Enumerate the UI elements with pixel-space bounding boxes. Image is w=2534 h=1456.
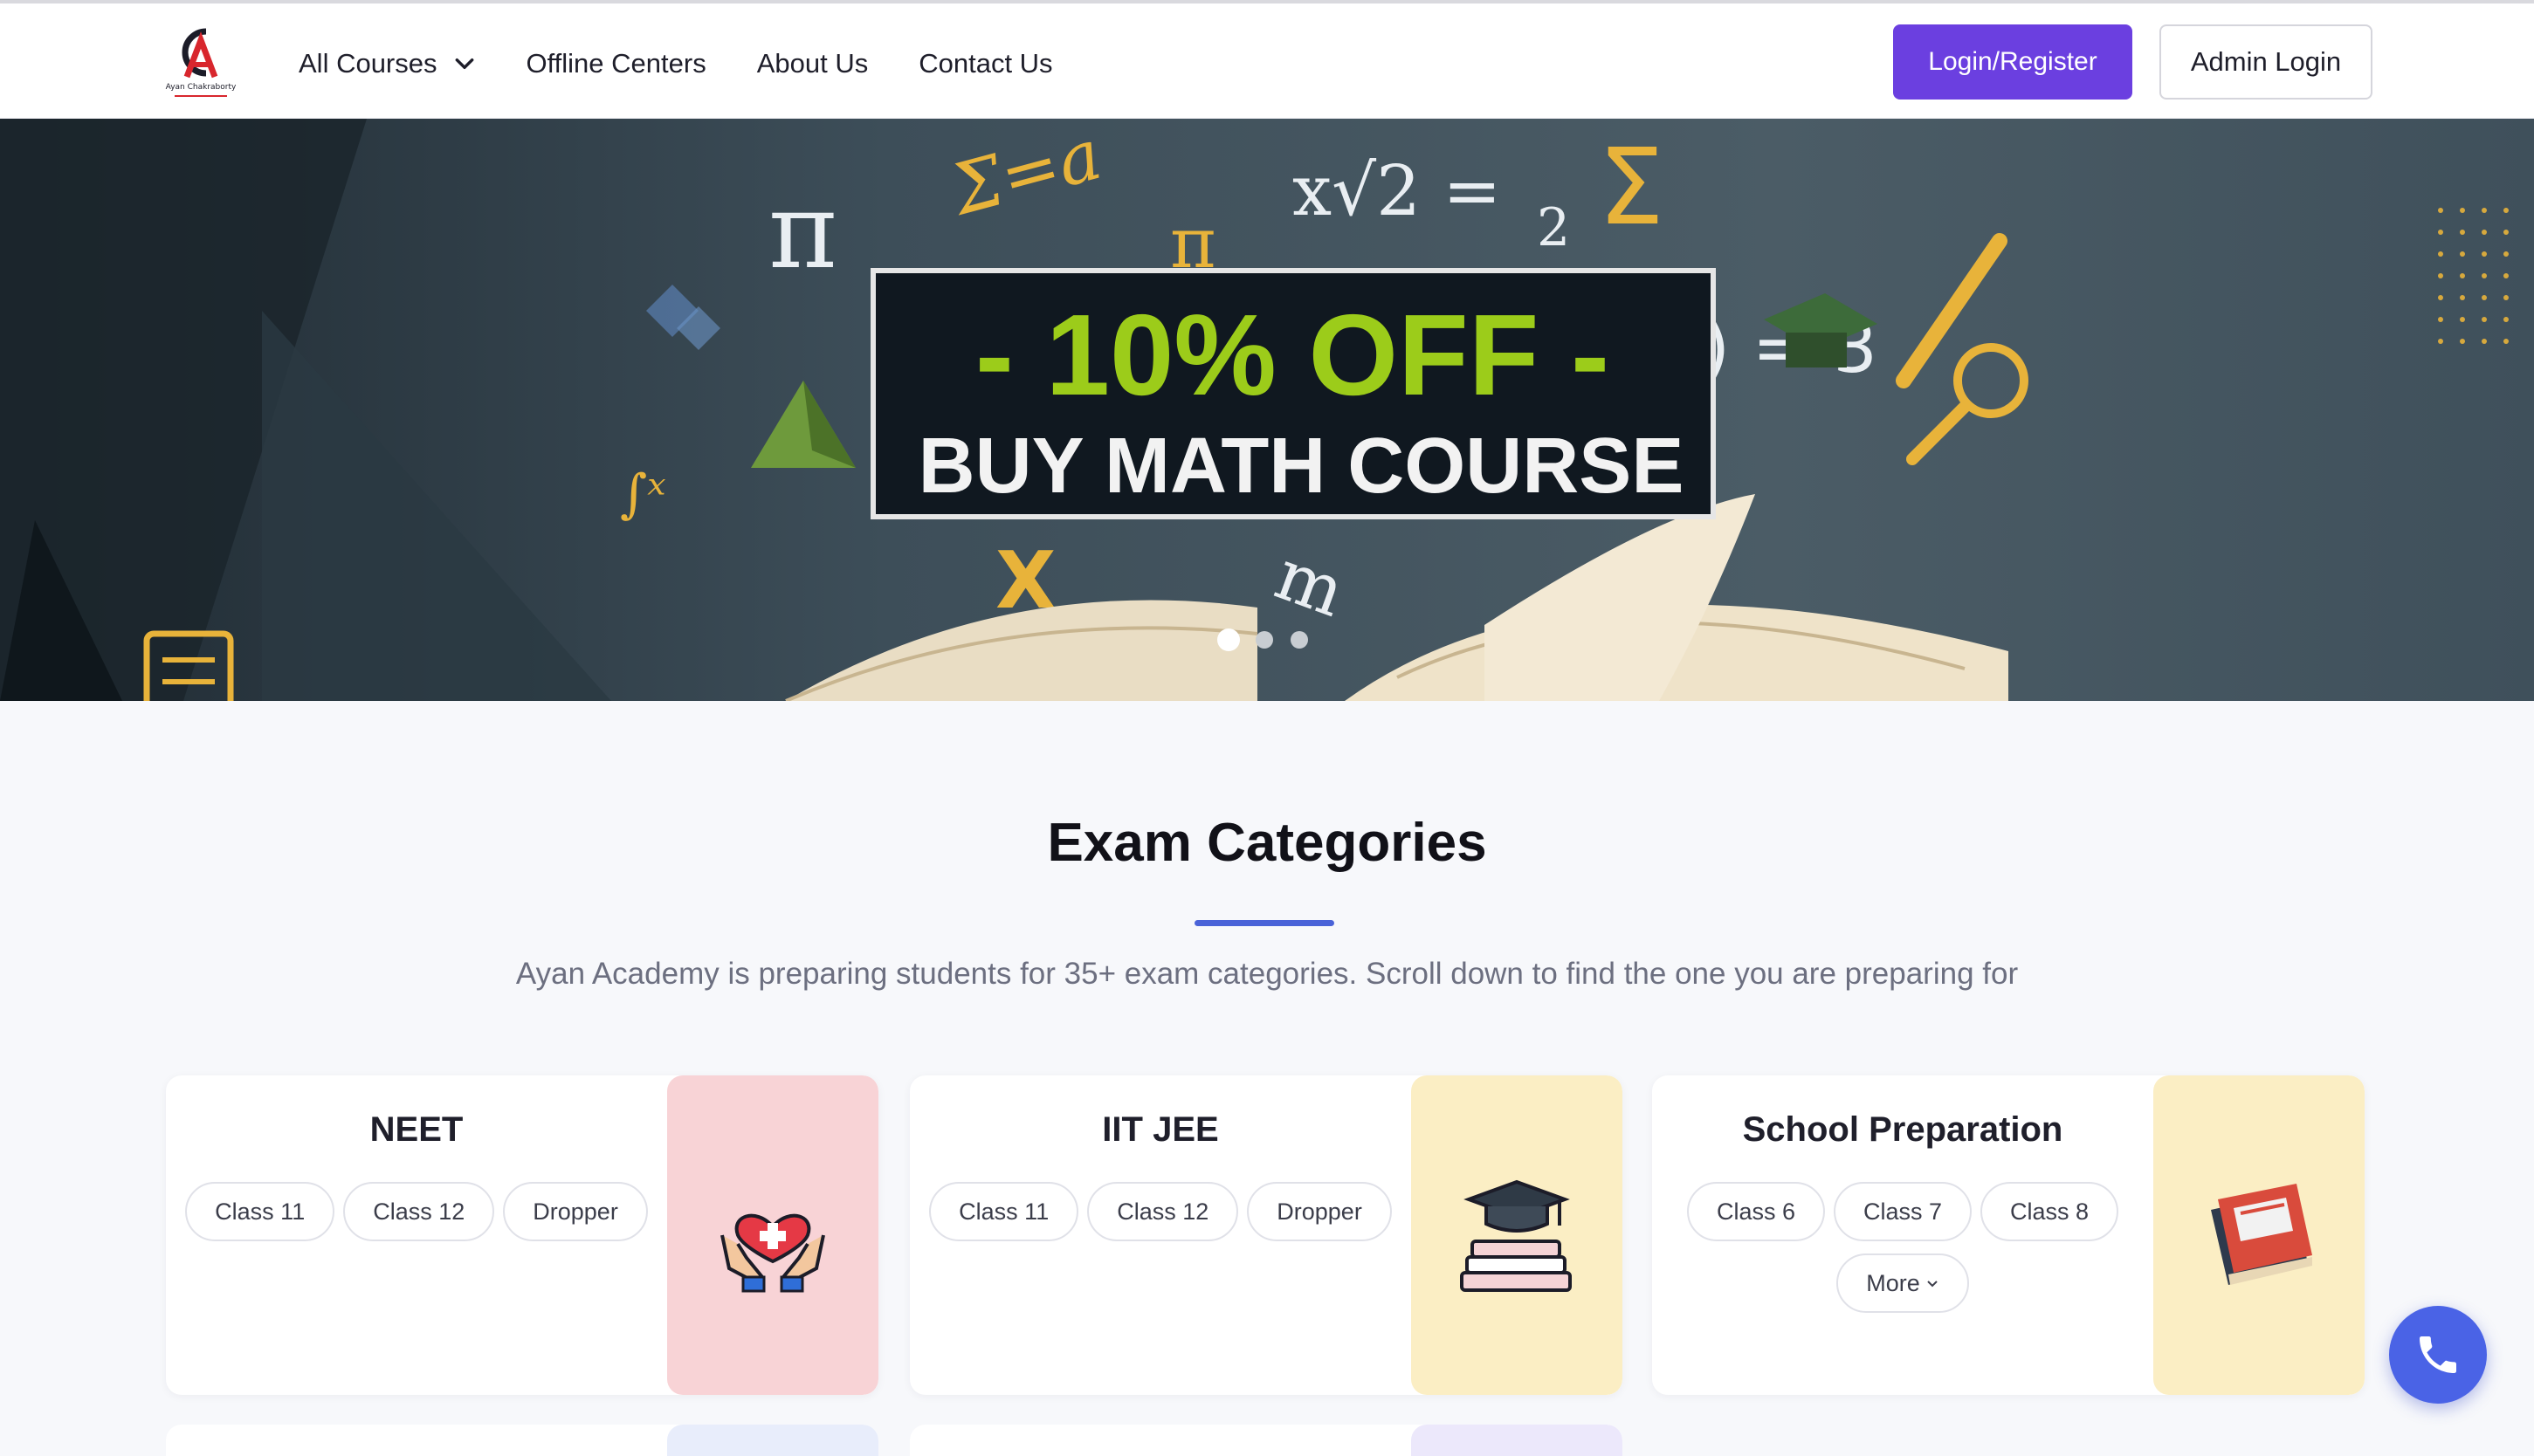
chip-group: Class 6 Class 7 Class 8 More [1670,1182,2136,1313]
category-card-peek[interactable] [910,1425,1622,1456]
phone-icon [2420,1336,2456,1373]
chip-class-8[interactable]: Class 8 [1980,1182,2119,1241]
book-icon [2211,1184,2312,1285]
nav-all-courses-label: All Courses [299,48,437,79]
card-icon-panel [1411,1425,1622,1456]
chevron-down-icon [455,58,473,70]
main-nav: All Courses Offline Centers About Us Con… [299,35,1104,93]
graduation-books-icon [1460,1179,1572,1292]
chip-more-label: More [1866,1269,1920,1296]
section-subtitle: Ayan Academy is preparing students for 3… [515,957,2019,991]
title-underline [1195,920,1334,926]
hero-banner[interactable]: π Σ=a π x√2 = 2 Σ ) = 3 X m ∫ˣ - 10% OFF… [0,119,2534,701]
card-icon-panel [1411,1075,1622,1395]
heart-hands-icon [720,1213,825,1293]
chip-class-11[interactable]: Class 11 [185,1182,335,1241]
slide-dot-3 [1291,631,1308,649]
admin-login-button[interactable]: Admin Login [2159,24,2372,100]
category-card-school-preparation[interactable]: School Preparation Class 6 Class 7 Class… [1652,1075,2365,1395]
nav-all-courses[interactable]: All Courses [299,48,476,79]
chip-more[interactable]: More [1836,1253,1969,1313]
slide-dot-2 [1256,631,1273,649]
svg-text:x√2 =: x√2 = [1292,150,1501,231]
card-title: NEET [369,1110,464,1149]
card-icon-panel [667,1425,878,1456]
chip-class-12[interactable]: Class 12 [343,1182,495,1241]
chevron-down-icon [1927,1281,1938,1288]
chip-class-7[interactable]: Class 7 [1833,1182,1973,1241]
card-icon-panel [2153,1075,2365,1395]
card-content: School Preparation Class 6 Class 7 Class… [1652,1075,2153,1395]
banner-subheadline: BUY MATH COURSE [919,422,1684,510]
svg-text:∫ˣ: ∫ˣ [620,464,666,525]
banner-headline: - 10% OFF - [975,291,1609,419]
svg-text:Ayan Chakraborty: Ayan Chakraborty [166,83,237,92]
card-content: IIT JEE Class 11 Class 12 Dropper [910,1075,1411,1395]
chip-dropper[interactable]: Dropper [1247,1182,1392,1241]
chip-class-6[interactable]: Class 6 [1686,1182,1825,1241]
card-content: NEET Class 11 Class 12 Dropper [166,1075,667,1395]
card-title: School Preparation [1742,1110,2063,1149]
chip-class-12[interactable]: Class 12 [1087,1182,1239,1241]
slide-dot-1 [1217,628,1240,651]
card-title: IIT JEE [1102,1110,1219,1149]
chip-dropper[interactable]: Dropper [503,1182,648,1241]
section-title: Exam Categories [1047,813,1487,873]
nav-contact-us[interactable]: Contact Us [919,48,1052,79]
nav-offline-centers[interactable]: Offline Centers [527,48,706,79]
login-register-button[interactable]: Login/Register [1893,24,2132,100]
pi-symbol: π [768,171,837,292]
site-header: Ayan Chakraborty All Courses Offline Cen… [0,3,2534,119]
phone-call-button[interactable] [2389,1306,2487,1404]
chip-group: Class 11 Class 12 Dropper [183,1182,650,1241]
category-card-peek[interactable] [166,1425,878,1456]
svg-text:Σ: Σ [1598,127,1664,249]
nav-about-us[interactable]: About Us [757,48,869,79]
chip-class-11[interactable]: Class 11 [929,1182,1079,1241]
chip-group: Class 11 Class 12 Dropper [927,1182,1394,1241]
card-icon-panel [667,1075,878,1395]
svg-text:2: 2 [1537,197,1570,258]
category-card-iit-jee[interactable]: IIT JEE Class 11 Class 12 Dropper [910,1075,1622,1395]
category-card-neet[interactable]: NEET Class 11 Class 12 Dropper [166,1075,878,1395]
brand-logo[interactable]: Ayan Chakraborty [164,24,238,103]
